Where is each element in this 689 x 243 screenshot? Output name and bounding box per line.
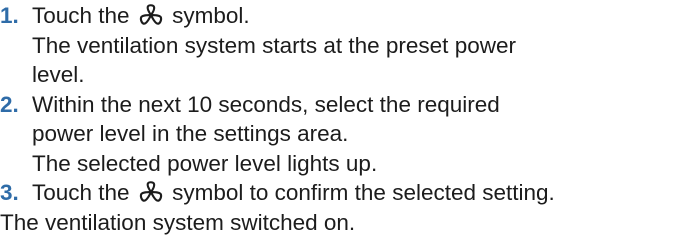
step-instruction: Touch the symbol to confirm the selected… [32,178,689,208]
instruction-document: 1. Touch the symbol. The ventilation sys… [0,0,689,237]
step-result-line: The ventilation system starts at the pre… [32,32,516,58]
fan-icon [138,4,164,26]
step-3: 3. Touch the symbol to confirm the selec… [0,178,689,208]
step-number: 2. [0,91,19,117]
step-1: 1. Touch the symbol. The ventilation sys… [0,1,689,90]
instruction-text-before-icon: Touch the [32,180,130,205]
step-result: The selected power level lights up. [32,150,378,176]
step-number: 3. [0,180,19,205]
step-instruction-line: Within the next 10 seconds, select the r… [32,91,500,117]
instruction-text-after-icon: symbol to confirm the selected setting. [172,180,555,205]
fan-icon [138,181,164,203]
final-result: The ventilation system switched on. [0,209,356,235]
step-result-line: level. [32,62,85,87]
instruction-text-before-icon: Touch the [32,3,130,28]
step-instruction-line: power level in the settings area. [32,121,349,146]
instruction-text-after-icon: symbol. [172,3,250,28]
step-2: 2. Within the next 10 seconds, select th… [0,90,689,179]
step-instruction: Touch the symbol. [32,1,689,31]
step-number: 1. [0,3,19,28]
